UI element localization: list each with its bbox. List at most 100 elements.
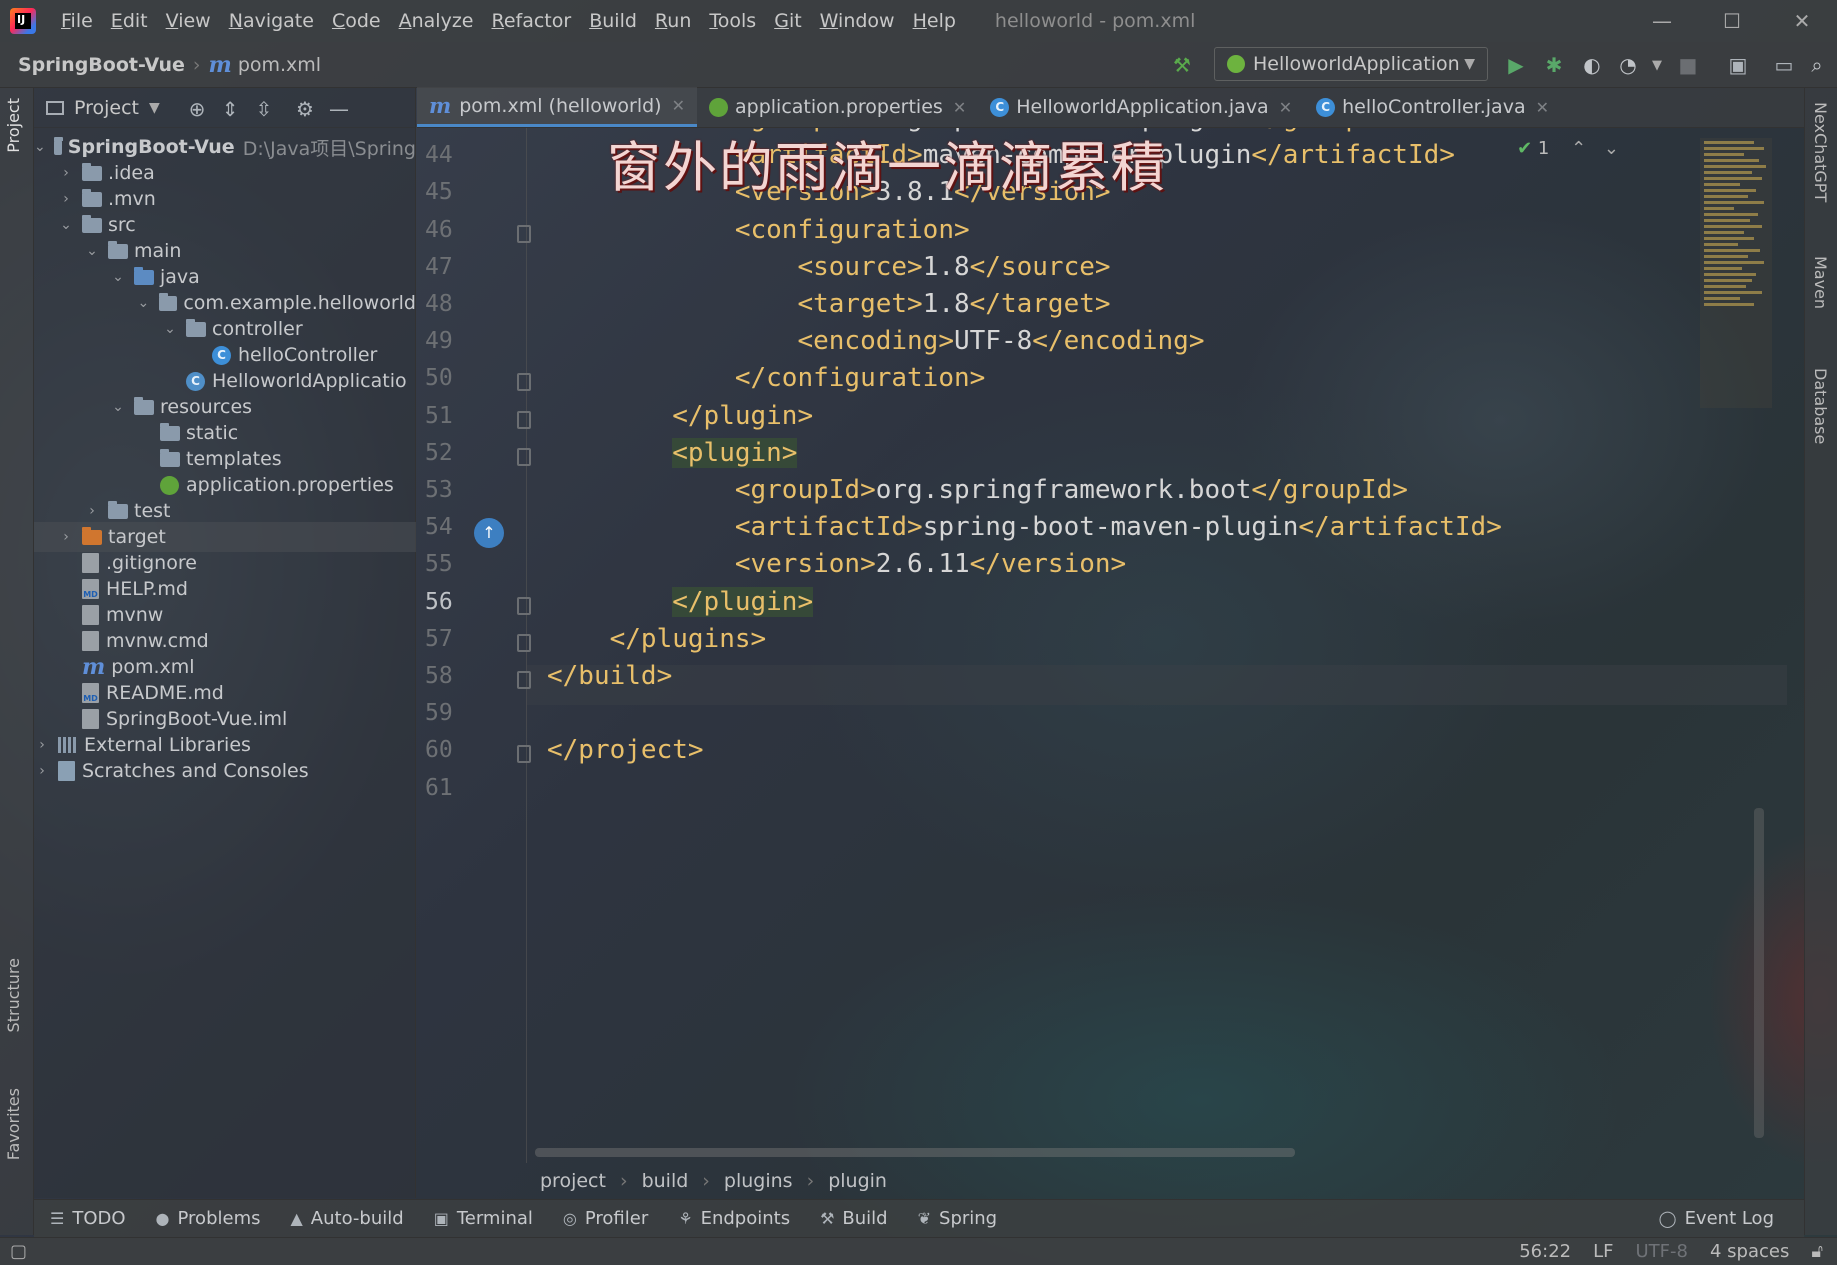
debug-icon[interactable]: ✱ (1540, 51, 1568, 79)
endpoints-tool-button[interactable]: ⚘ Endpoints (678, 1208, 790, 1229)
tree-item-scratches[interactable]: › Scratches and Consoles (34, 756, 416, 786)
menu-window[interactable]: Window (811, 10, 904, 32)
menu-tools[interactable]: Tools (700, 10, 765, 32)
build-tool-button[interactable]: ⚒ Build (820, 1208, 888, 1229)
menu-navigate[interactable]: Navigate (220, 10, 323, 32)
close-icon[interactable]: ✕ (1279, 98, 1292, 117)
code-line[interactable]: <groupId>org.springframework.boot</group… (547, 475, 1408, 505)
menu-build[interactable]: Build (580, 10, 646, 32)
line-separator[interactable]: LF (1593, 1241, 1613, 1262)
code-line[interactable]: </configuration> (547, 363, 985, 393)
chevron-right-icon[interactable]: › (34, 763, 50, 779)
chevron-right-icon[interactable]: › (58, 529, 74, 545)
fold-marker-icon[interactable] (517, 745, 531, 764)
read-only-lock-icon[interactable]: 🔓︎ (1811, 1241, 1823, 1262)
breadcrumb-plugin[interactable]: plugin (828, 1170, 887, 1192)
code-line[interactable]: <plugin> (547, 437, 798, 468)
event-log-tool-button[interactable]: ◯ Event Log (1659, 1208, 1774, 1229)
horizontal-scrollbar[interactable] (535, 1148, 1295, 1157)
run-icon[interactable]: ▶ (1502, 51, 1530, 79)
coverage-icon[interactable]: ◐ (1578, 51, 1606, 79)
code-line[interactable]: </project> (547, 735, 704, 765)
next-highlight-icon[interactable]: ⌄ (1604, 138, 1619, 159)
spring-run-gutter-icon[interactable]: ↑ (474, 518, 504, 549)
fold-marker-icon[interactable] (517, 410, 531, 429)
breadcrumb-build[interactable]: build (642, 1170, 689, 1192)
project-structure-icon[interactable]: ▣ (1724, 51, 1752, 79)
menu-file[interactable]: File (52, 10, 102, 32)
breadcrumb-plugins[interactable]: plugins (724, 1170, 793, 1192)
menu-analyze[interactable]: Analyze (390, 10, 483, 32)
collapse-all-icon[interactable]: ⇳ (251, 96, 277, 122)
close-icon[interactable]: ✕ (1536, 98, 1549, 117)
menu-view[interactable]: View (157, 10, 220, 32)
fold-marker-icon[interactable] (517, 447, 531, 466)
code-minimap[interactable] (1700, 138, 1772, 408)
code-line[interactable]: <target>1.8</target> (547, 289, 1110, 319)
locate-file-icon[interactable]: ⊕ (184, 96, 210, 122)
menu-run[interactable]: Run (646, 10, 700, 32)
search-icon[interactable]: ⌕ (1803, 51, 1831, 79)
structure-tool-tab[interactable]: Structure (4, 958, 23, 1032)
expand-all-icon[interactable]: ⇕ (217, 96, 243, 122)
tab-helloworldapplication-java[interactable]: C HelloworldApplication.java ✕ (978, 87, 1304, 127)
code-line[interactable]: <encoding>UTF-8</encoding> (547, 326, 1204, 356)
indent-setting[interactable]: 4 spaces (1710, 1241, 1789, 1262)
caret-position[interactable]: 56:22 (1519, 1241, 1571, 1262)
code-line[interactable]: </plugin> (547, 401, 813, 431)
chevron-right-icon[interactable]: › (34, 737, 50, 753)
toggle-tool-windows-icon[interactable]: ▢ (10, 1241, 27, 1262)
chevron-down-icon[interactable]: ⌄ (110, 269, 126, 285)
code-line[interactable]: <version>2.6.11</version> (547, 549, 1126, 579)
hide-panel-icon[interactable]: — (326, 96, 352, 122)
chevron-right-icon[interactable]: › (58, 191, 74, 207)
terminal-tool-button[interactable]: ▣ Terminal (434, 1208, 533, 1229)
close-icon[interactable]: ✕ (953, 98, 966, 117)
code-line[interactable]: <artifactId>spring-boot-maven-plugin</ar… (547, 512, 1502, 542)
todo-tool-button[interactable]: ☰ TODO (50, 1208, 126, 1229)
project-tool-tab[interactable]: Project (4, 98, 23, 153)
menu-refactor[interactable]: Refactor (482, 10, 580, 32)
vertical-scrollbar[interactable] (1754, 808, 1764, 1138)
chevron-down-icon[interactable]: ⌄ (58, 217, 74, 233)
terminal-window-icon[interactable]: ▭ (1770, 51, 1798, 79)
fold-marker-icon[interactable] (517, 596, 531, 615)
problems-tool-button[interactable]: ● Problems (156, 1208, 261, 1229)
nexchatgpt-tool-tab[interactable]: NexChatGPT (1811, 102, 1830, 202)
close-icon[interactable]: ✕ (672, 96, 685, 115)
tab-pom-xml[interactable]: m pom.xml (helloworld) ✕ (417, 87, 697, 127)
gear-icon[interactable]: ⚙ (292, 96, 318, 122)
fold-marker-icon[interactable] (517, 633, 531, 652)
code-line[interactable]: <configuration> (547, 215, 970, 245)
menu-help[interactable]: Help (904, 10, 965, 32)
chevron-down-icon[interactable]: ▼ (149, 100, 160, 116)
favorites-tool-tab[interactable]: Favorites (4, 1088, 23, 1160)
chevron-down-icon[interactable]: ⌄ (84, 243, 100, 259)
previous-highlight-icon[interactable]: ⌃ (1571, 138, 1586, 159)
build-hammer-icon[interactable]: ⚒ (1168, 51, 1196, 79)
fold-marker-icon[interactable] (517, 224, 531, 243)
file-encoding[interactable]: UTF-8 (1635, 1241, 1687, 1262)
menu-edit[interactable]: Edit (102, 10, 157, 32)
fold-marker-icon[interactable] (517, 373, 531, 392)
database-tool-tab[interactable]: Database (1811, 368, 1830, 444)
code-editor[interactable]: 434445464748495051525354↑55565758596061 … (417, 128, 1804, 1163)
nav-file-name[interactable]: pom.xml (238, 54, 321, 76)
chevron-down-icon[interactable]: ⌄ (110, 399, 126, 415)
run-configuration-select[interactable]: HelloworldApplication ▼ (1214, 47, 1488, 81)
maven-tool-tab[interactable]: Maven (1811, 256, 1830, 309)
close-button[interactable]: ✕ (1767, 0, 1837, 42)
chevron-right-icon[interactable]: › (84, 503, 100, 519)
breadcrumb-project[interactable]: project (540, 1170, 606, 1192)
menu-code[interactable]: Code (323, 10, 390, 32)
inspection-status[interactable]: ✔ 1 ⌃ ⌄ (1517, 138, 1619, 159)
tab-application-properties[interactable]: application.properties ✕ (697, 87, 978, 127)
fold-marker-icon[interactable] (517, 671, 531, 689)
nav-project-root[interactable]: SpringBoot-Vue (18, 54, 185, 76)
profile-icon[interactable]: ◔ (1614, 51, 1642, 79)
project-view-select[interactable]: Project (74, 97, 139, 119)
chevron-down-icon[interactable]: ⌄ (136, 295, 151, 311)
chevron-down-icon[interactable]: ⌄ (34, 139, 46, 155)
code-line[interactable]: </plugins> (547, 624, 767, 654)
menu-git[interactable]: Git (765, 10, 810, 32)
